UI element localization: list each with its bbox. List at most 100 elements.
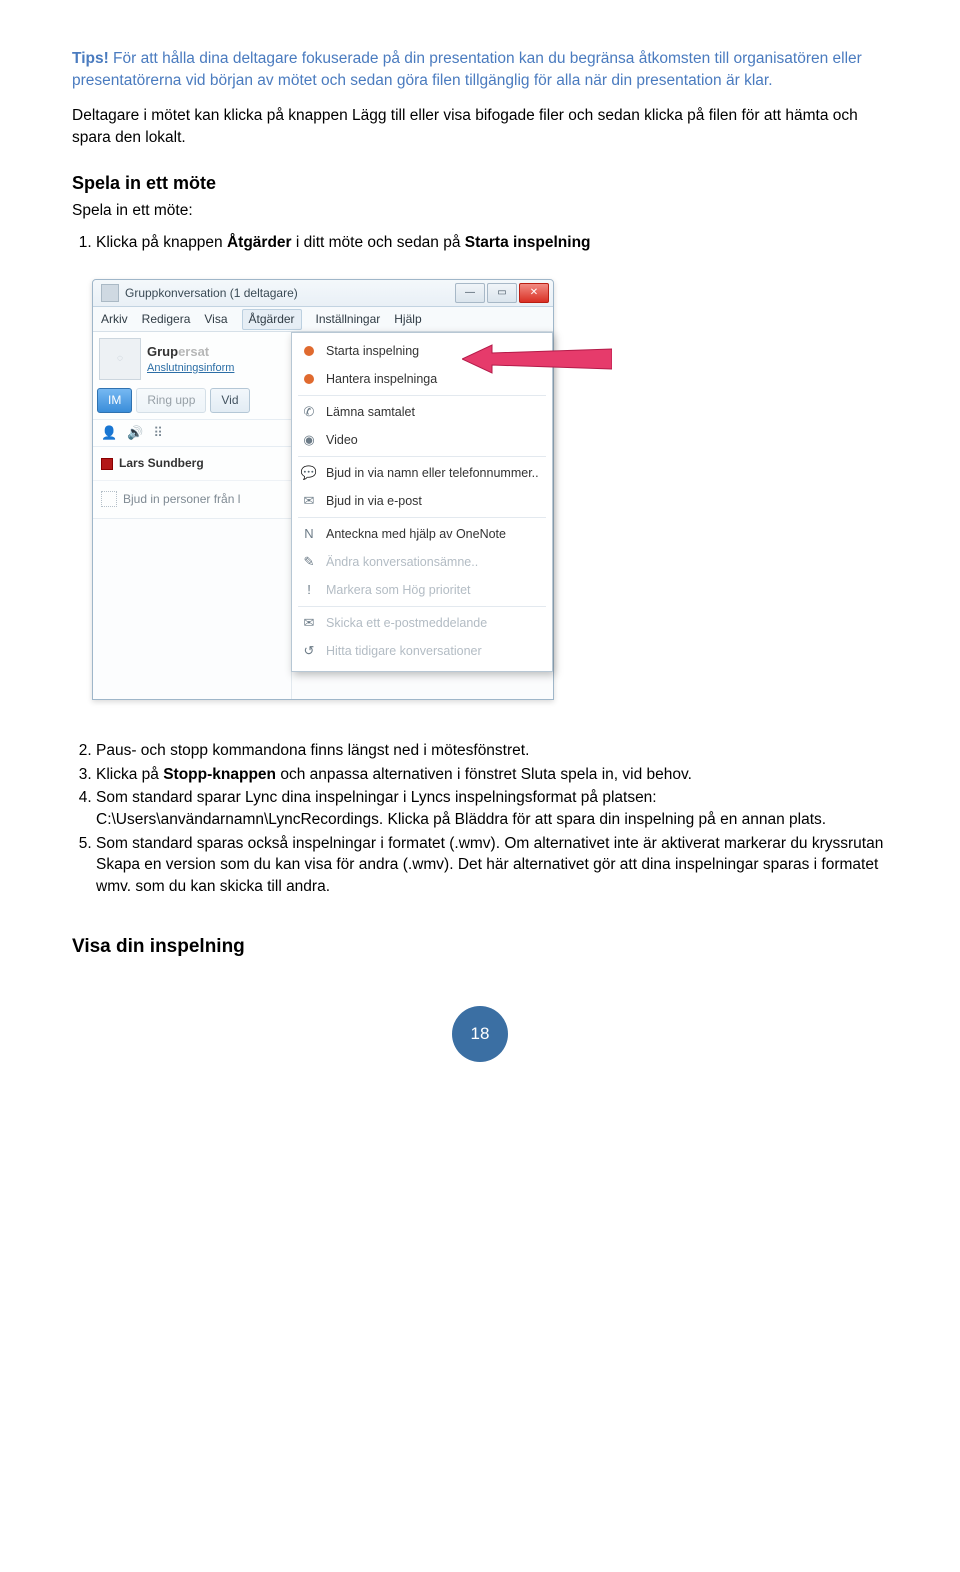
mail-icon: ✉ (300, 492, 318, 510)
actions-dropdown: Starta inspelning Hantera inspelninga ✆ … (291, 332, 553, 672)
menu-arkiv[interactable]: Arkiv (101, 311, 128, 328)
section-intro: Spela in ett möte: (72, 200, 888, 222)
tips-text: För att hålla dina deltagare fokuserade … (72, 50, 862, 89)
tool-row: 👤 🔊 ⠿ (93, 419, 291, 447)
menu-visa[interactable]: Visa (204, 311, 227, 328)
dd-hitta-tidigare: ↺ Hitta tidigare konversationer (292, 637, 552, 665)
people-icon[interactable]: 👤 (101, 424, 117, 442)
onenote-icon: N (300, 525, 318, 543)
dd-prioritet: ! Markera som Hög prioritet (292, 576, 552, 604)
tab-row: IM Ring upp Vid (93, 384, 291, 419)
dd-label: Video (326, 432, 358, 450)
maximize-button[interactable]: ▭ (487, 283, 517, 303)
tab-video[interactable]: Vid (210, 388, 249, 413)
tips-paragraph: Tips! För att hålla dina deltagare fokus… (72, 48, 888, 91)
step-5: Som standard sparas också inspelningar i… (96, 833, 888, 898)
dd-label: Bjud in via namn eller telefonnummer.. (326, 465, 539, 483)
profile-name-start: Grup (147, 344, 178, 359)
step1-bold1: Åtgärder (227, 234, 292, 251)
menubar: Arkiv Redigera Visa Åtgärder Inställning… (93, 307, 553, 332)
paragraph-2: Deltagare i mötet kan klicka på knappen … (72, 105, 888, 148)
record-icon (300, 342, 318, 360)
profile-name: Grupersat (147, 343, 234, 361)
left-column: ◌ Grupersat Anslutningsinform IM Ring up… (93, 332, 292, 699)
step1-mid: i ditt möte och sedan på (292, 234, 465, 251)
close-button[interactable]: ✕ (519, 283, 549, 303)
app-icon (101, 284, 119, 302)
dd-label: Markera som Hög prioritet (326, 582, 471, 600)
mail-icon: ✉ (300, 614, 318, 632)
menu-hjalp[interactable]: Hjälp (394, 311, 421, 328)
dd-label: Hitta tidigare konversationer (326, 643, 482, 661)
dd-label: Bjud in via e-post (326, 493, 422, 511)
dd-video[interactable]: ◉ Video (292, 426, 552, 454)
profile-name-suffix: ersat (178, 344, 209, 359)
step-2: Paus- och stopp kommandona finns längst … (96, 740, 888, 762)
profile-text: Grupersat Anslutningsinform (147, 343, 234, 377)
screenshot-container: Gruppkonversation (1 deltagare) — ▭ ✕ Ar… (92, 279, 888, 700)
phone-icon: ✆ (300, 403, 318, 421)
step1-pre: Klicka på knappen (96, 234, 227, 251)
ordered-list-2: Paus- och stopp kommandona finns längst … (96, 740, 888, 898)
left-bottom-area (93, 518, 291, 699)
section-heading: Spela in ett möte (72, 171, 888, 196)
step-3: Klicka på Stopp-knappen och anpassa alte… (96, 764, 888, 786)
dialpad-icon[interactable]: ⠿ (153, 424, 163, 442)
ordered-list-1: Klicka på knappen Åtgärder i ditt möte o… (96, 232, 888, 254)
step3-bold: Stopp-knappen (163, 766, 276, 783)
pointer-arrow (462, 341, 612, 377)
minimize-button[interactable]: — (455, 283, 485, 303)
step3-pre: Klicka på (96, 766, 163, 783)
priority-icon: ! (300, 581, 318, 599)
dd-starta-inspelning[interactable]: Starta inspelning (292, 337, 552, 365)
dd-separator (298, 606, 546, 607)
dd-bjud-namn[interactable]: 💬 Bjud in via namn eller telefonnummer.. (292, 459, 552, 487)
menu-redigera[interactable]: Redigera (142, 311, 191, 328)
step1-bold2: Starta inspelning (465, 234, 591, 251)
lync-window: Gruppkonversation (1 deltagare) — ▭ ✕ Ar… (92, 279, 554, 700)
record-icon (300, 370, 318, 388)
connection-link[interactable]: Anslutningsinform (147, 361, 234, 376)
step3-post: och anpassa alternativen i fönstret Slut… (276, 766, 692, 783)
presence-row: Lars Sundberg (93, 447, 291, 481)
tips-label: Tips! (72, 50, 109, 67)
profile-row: ◌ Grupersat Anslutningsinform (93, 332, 291, 384)
dd-label: Lämna samtalet (326, 404, 415, 422)
dd-separator (298, 395, 546, 396)
dd-label: Anteckna med hjälp av OneNote (326, 526, 506, 544)
rename-icon: ✎ (300, 553, 318, 571)
menu-atgarder[interactable]: Åtgärder (242, 309, 302, 330)
menu-installningar[interactable]: Inställningar (316, 311, 381, 328)
dd-label: Ändra konversationsämne.. (326, 554, 478, 572)
sub-heading: Visa din inspelning (72, 934, 888, 961)
titlebar: Gruppkonversation (1 deltagare) — ▭ ✕ (93, 280, 553, 307)
window-title: Gruppkonversation (1 deltagare) (125, 285, 455, 302)
step-1: Klicka på knappen Åtgärder i ditt möte o… (96, 232, 888, 254)
invite-row[interactable]: Bjud in personer från l (93, 481, 291, 518)
dd-andra-amne: ✎ Ändra konversationsämne.. (292, 548, 552, 576)
webcam-icon: ◉ (300, 431, 318, 449)
tab-ringupp[interactable]: Ring upp (136, 388, 206, 413)
dd-separator (298, 517, 546, 518)
window-buttons: — ▭ ✕ (455, 283, 549, 303)
invite-icon (101, 491, 117, 507)
step-4: Som standard sparar Lync dina inspelning… (96, 787, 888, 830)
dd-label: Starta inspelning (326, 343, 419, 361)
dd-separator (298, 456, 546, 457)
tab-im[interactable]: IM (97, 388, 132, 413)
status-busy-icon (101, 458, 113, 470)
dd-bjud-epost[interactable]: ✉ Bjud in via e-post (292, 487, 552, 515)
dd-epost-meddelande: ✉ Skicka ett e-postmeddelande (292, 609, 552, 637)
window-body: ◌ Grupersat Anslutningsinform IM Ring up… (93, 332, 553, 699)
invite-text: Bjud in personer från l (123, 491, 240, 508)
dd-lamna-samtalet[interactable]: ✆ Lämna samtalet (292, 398, 552, 426)
audio-icon[interactable]: 🔊 (127, 424, 143, 442)
history-icon: ↺ (300, 642, 318, 660)
presence-name: Lars Sundberg (119, 455, 204, 472)
page-number-badge: 18 (452, 1006, 508, 1062)
avatar: ◌ (99, 338, 141, 380)
dd-label: Hantera inspelninga (326, 371, 437, 389)
dd-label: Skicka ett e-postmeddelande (326, 615, 487, 633)
dd-onenote[interactable]: N Anteckna med hjälp av OneNote (292, 520, 552, 548)
chat-icon: 💬 (300, 464, 318, 482)
